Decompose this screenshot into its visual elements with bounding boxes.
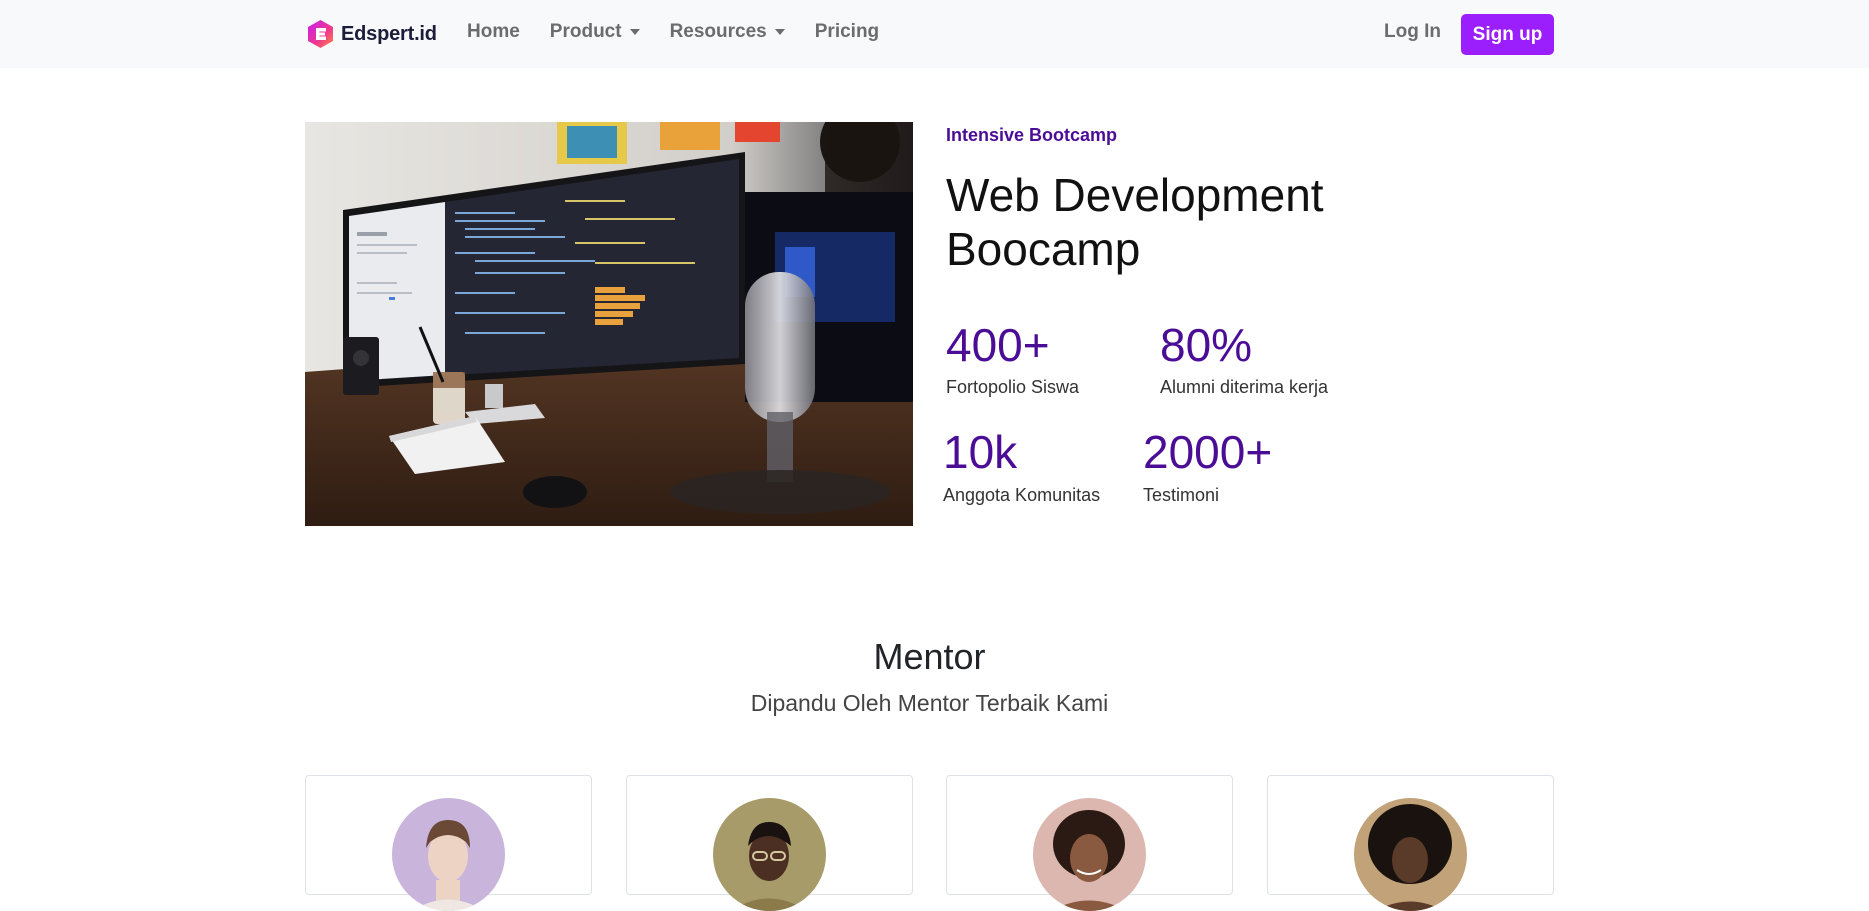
mentor-avatar (392, 798, 505, 911)
signup-button[interactable]: Sign up (1461, 14, 1554, 55)
mentor-section-title: Mentor (873, 636, 986, 677)
nav-home[interactable]: Home (467, 21, 520, 43)
mentor-card[interactable] (626, 775, 913, 911)
stat-alumni-label: Alumni diterima kerja (1160, 377, 1329, 397)
nav-pricing-label: Pricing (814, 21, 880, 42)
nav-product-label: Product (549, 21, 622, 42)
mentor-avatar (1354, 798, 1467, 911)
mentor-section-subtitle: Dipandu Oleh Mentor Terbaik Kami (750, 690, 1109, 716)
mentor-card[interactable] (305, 775, 592, 911)
stat-testimonial-label: Testimoni (1143, 485, 1220, 505)
brand-name: Edspert.id (341, 22, 437, 45)
stat-community-value: 10k (943, 426, 1018, 478)
hero-eyebrow: Intensive Bootcamp (946, 125, 1118, 145)
nav-resources-label: Resources (669, 21, 767, 42)
mentor-card[interactable] (1267, 775, 1554, 911)
main-nav: Home Product Resources Pricing (467, 21, 879, 43)
edspert-logo-icon (308, 20, 333, 48)
hero-image (305, 122, 913, 526)
nav-resources-dropdown[interactable]: Resources (670, 21, 785, 43)
hero-title: Web Development Boocamp (946, 169, 1324, 275)
mentor-card[interactable] (946, 775, 1233, 911)
mentor-avatar (1033, 798, 1146, 911)
stat-community-label: Anggota Komunitas (943, 485, 1101, 505)
stat-alumni-value: 80% (1160, 319, 1253, 371)
nav-pricing[interactable]: Pricing (815, 21, 879, 43)
stat-portfolio-label: Fortopolio Siswa (946, 377, 1080, 397)
brand-logo-link[interactable]: Edspert.id (307, 19, 437, 49)
caret-down-icon (629, 29, 640, 35)
stat-testimonial-value: 2000+ (1143, 426, 1273, 478)
caret-down-icon (774, 29, 785, 35)
stat-portfolio-value: 400+ (946, 319, 1050, 371)
navbar: Edspert.id Home Product Resources Pricin… (0, 0, 1869, 68)
nav-home-label: Home (467, 21, 520, 42)
mentor-avatar (713, 798, 826, 911)
login-link[interactable]: Log In (1384, 21, 1441, 43)
nav-product-dropdown[interactable]: Product (550, 21, 640, 43)
